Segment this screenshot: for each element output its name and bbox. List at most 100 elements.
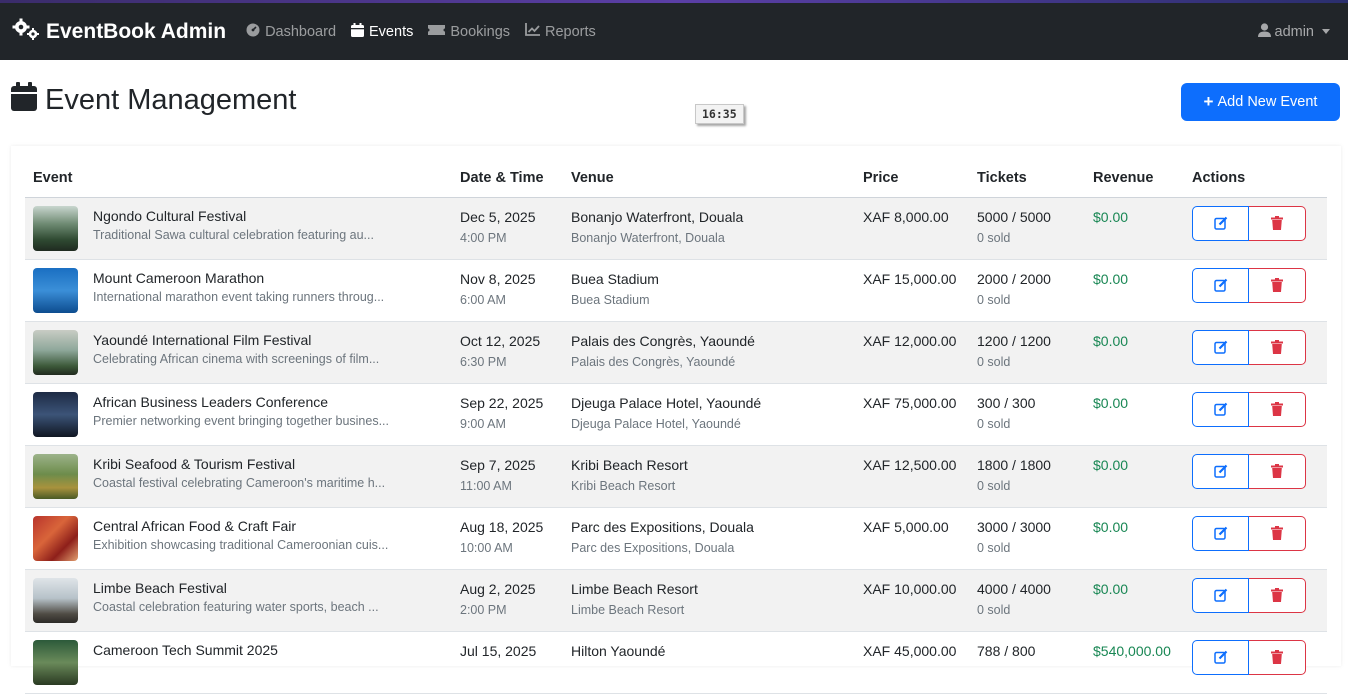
delete-button[interactable] [1249,329,1306,365]
calendar-icon [11,82,45,119]
edit-button[interactable] [1192,267,1249,303]
revenue-cell: $0.00 [1085,507,1184,570]
event-date: Sep 7, 2025 [460,456,536,473]
tickets-available: 1200 / 1200 [977,332,1051,349]
delete-button[interactable] [1249,205,1306,241]
event-time: 6:30 PM [460,354,507,369]
page-title-label: Event Management [45,84,297,116]
event-description: Premier networking event bringing togeth… [93,413,389,428]
user-menu[interactable]: admin [1257,3,1330,60]
delete-button[interactable] [1249,267,1306,303]
table-row: Mount Cameroon Marathon International mar… [25,259,1327,322]
tickets-sold: 0 sold [977,540,1011,555]
nav-reports[interactable]: Reports [525,23,596,40]
tickets-sold: 0 sold [977,416,1011,431]
delete-button[interactable] [1249,577,1306,613]
page-title: Event Management [11,82,296,119]
chevron-down-icon [1322,29,1330,34]
edit-button[interactable] [1192,205,1249,241]
price-cell: XAF 10,000.00 [855,569,969,632]
venue-cell: Palais des Congrès, Yaoundé Palais des Co… [563,321,855,384]
venue-address: Palais des Congrès, Yaoundé [571,354,736,369]
col-event[interactable]: Event [25,160,452,198]
event-price: XAF 5,000.00 [863,518,949,535]
col-price[interactable]: Price [855,160,969,198]
col-venue[interactable]: Venue [563,160,855,198]
price-cell: XAF 8,000.00 [855,197,969,260]
event-price: XAF 75,000.00 [863,394,957,411]
edit-button[interactable] [1192,639,1249,675]
trash-icon [1271,588,1283,602]
tickets-available: 4000 / 4000 [977,580,1051,597]
nav-dashboard-label: Dashboard [265,23,337,40]
brand[interactable]: EventBook Admin [12,18,226,46]
table-row: Limbe Beach Festival Coastal celebration … [25,569,1327,632]
event-description: Exhibition showcasing traditional Camero… [93,537,389,552]
edit-icon [1213,526,1227,540]
plus-icon: + [1203,92,1214,111]
trash-icon [1271,216,1283,230]
tickets-cell: 1800 / 1800 0 sold [969,445,1085,508]
event-revenue: $0.00 [1093,394,1129,411]
price-cell: XAF 45,000.00 [855,631,969,694]
event-date: Aug 18, 2025 [460,518,544,535]
event-cell: Central African Food & Craft Fair Exhibit… [25,507,452,570]
edit-button[interactable] [1192,391,1249,427]
revenue-cell: $0.00 [1085,321,1184,384]
dashboard-icon [246,23,265,41]
venue-address: Bonanjo Waterfront, Douala [571,230,725,245]
table-row: Kribi Seafood & Tourism Festival Coastal … [25,445,1327,508]
venue-name: Bonanjo Waterfront, Douala [571,208,744,225]
tickets-sold: 0 sold [977,230,1011,245]
table-row: African Business Leaders Conference Premi… [25,383,1327,446]
date-cell: Aug 2, 2025 2:00 PM [452,569,563,632]
nav-dashboard[interactable]: Dashboard [246,23,336,41]
add-new-event-button[interactable]: + Add New Event [1181,83,1340,121]
revenue-cell: $0.00 [1085,569,1184,632]
col-date-time[interactable]: Date & Time [452,160,563,198]
edit-button[interactable] [1192,577,1249,613]
event-date: Nov 8, 2025 [460,270,536,287]
nav-events[interactable]: Events [351,22,413,41]
event-revenue: $0.00 [1093,580,1129,597]
edit-icon [1213,216,1227,230]
col-revenue[interactable]: Revenue [1085,160,1184,198]
edit-button[interactable] [1192,329,1249,365]
delete-button[interactable] [1249,391,1306,427]
edit-button[interactable] [1192,515,1249,551]
venue-name: Buea Stadium [571,270,659,287]
event-time: 2:00 PM [460,602,507,617]
event-cell: Yaoundé International Film Festival Celeb… [25,321,452,384]
gears-icon [12,18,46,46]
event-thumbnail [33,205,78,251]
venue-cell: Hilton Yaoundé [563,631,855,694]
tickets-cell: 2000 / 2000 0 sold [969,259,1085,322]
event-revenue: $0.00 [1093,456,1129,473]
event-name: Cameroon Tech Summit 2025 [93,641,278,658]
actions-cell [1184,507,1327,570]
col-actions: Actions [1184,160,1327,198]
nav-bookings[interactable]: Bookings [428,24,510,40]
edit-button[interactable] [1192,453,1249,489]
price-cell: XAF 12,000.00 [855,321,969,384]
venue-name: Hilton Yaoundé [571,642,666,659]
tickets-cell: 788 / 800 [969,631,1085,694]
actions-cell [1184,197,1327,260]
event-thumbnail [33,453,78,499]
col-tickets[interactable]: Tickets [969,160,1085,198]
event-cell: Mount Cameroon Marathon International mar… [25,259,452,322]
delete-button[interactable] [1249,639,1306,675]
add-new-event-label: Add New Event [1217,94,1318,110]
delete-button[interactable] [1249,453,1306,489]
delete-button[interactable] [1249,515,1306,551]
actions-cell [1184,631,1327,694]
event-description: Celebrating African cinema with screenin… [93,351,380,366]
tickets-sold: 0 sold [977,602,1011,617]
event-thumbnail [33,515,78,561]
user-name: admin [1274,23,1315,40]
event-cell: Ngondo Cultural Festival Traditional Sawa… [25,197,452,260]
event-name: Yaoundé International Film Festival [93,331,312,348]
event-name: Central African Food & Craft Fair [93,517,297,534]
event-thumbnail [33,577,78,623]
event-thumbnail [33,329,78,375]
